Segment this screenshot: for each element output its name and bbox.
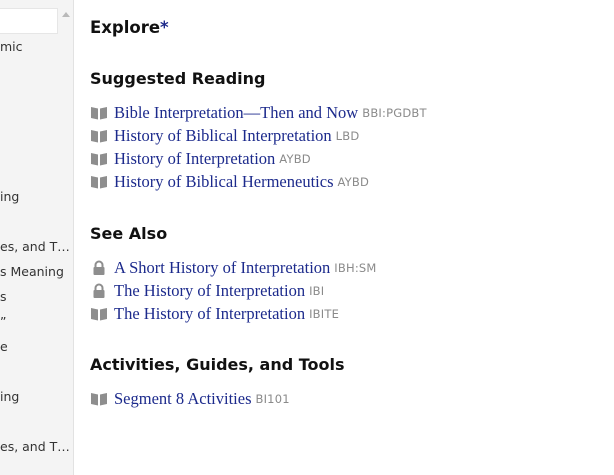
resource-title-link[interactable]: The History of Interpretation bbox=[114, 304, 305, 324]
resource-abbreviation: IBH:SM bbox=[334, 261, 377, 275]
book-icon bbox=[90, 151, 108, 167]
resource-abbreviation: AYBD bbox=[279, 152, 311, 166]
page-title: Explore* bbox=[90, 18, 169, 37]
see-also-heading: See Also bbox=[90, 224, 168, 243]
lock-icon bbox=[90, 260, 108, 276]
sidebar-item[interactable]: es, and T… bbox=[0, 239, 72, 255]
resource-row[interactable]: Segment 8 Activities BI101 bbox=[90, 388, 290, 410]
resource-title-link[interactable]: Segment 8 Activities bbox=[114, 389, 252, 409]
sidebar-item[interactable]: s bbox=[0, 289, 72, 305]
book-icon bbox=[90, 128, 108, 144]
book-icon bbox=[90, 306, 108, 322]
sidebar-item[interactable]: ing bbox=[0, 389, 72, 405]
sidebar-panel: mic ing es, and T… s Meaning s ” e ing e… bbox=[0, 0, 74, 475]
resource-title-link[interactable]: A Short History of Interpretation bbox=[114, 258, 330, 278]
resource-abbreviation: BBI:PGDBT bbox=[362, 106, 427, 120]
scroll-up-arrow-icon[interactable] bbox=[62, 12, 70, 17]
resource-row[interactable]: The History of Interpretation IBITE bbox=[90, 303, 339, 325]
lock-icon bbox=[90, 283, 108, 299]
sidebar-search-input[interactable] bbox=[0, 8, 58, 34]
resource-row[interactable]: The History of Interpretation IBI bbox=[90, 280, 324, 302]
resource-abbreviation: IBITE bbox=[309, 307, 340, 321]
resource-title-link[interactable]: History of Biblical Hermeneutics bbox=[114, 172, 334, 192]
suggested-reading-heading: Suggested Reading bbox=[90, 69, 266, 88]
resource-abbreviation: AYBD bbox=[337, 175, 370, 189]
sidebar-item[interactable]: mic bbox=[0, 39, 72, 55]
page-title-text: Explore bbox=[90, 18, 161, 37]
sidebar-item[interactable]: es, and T… bbox=[0, 439, 72, 455]
resource-title-link[interactable]: The History of Interpretation bbox=[114, 281, 305, 301]
resource-title-link[interactable]: History of Interpretation bbox=[114, 149, 275, 169]
sidebar-item[interactable]: ing bbox=[0, 189, 72, 205]
book-icon bbox=[90, 174, 108, 190]
sidebar-item[interactable]: ” bbox=[0, 314, 72, 330]
sidebar-item[interactable]: s Meaning bbox=[0, 264, 72, 280]
book-icon bbox=[90, 391, 108, 407]
resource-row[interactable]: A Short History of Interpretation IBH:SM bbox=[90, 257, 377, 279]
book-icon bbox=[90, 105, 108, 121]
resource-row[interactable]: History of Biblical Hermeneutics AYBD bbox=[90, 171, 369, 193]
activities-heading: Activities, Guides, and Tools bbox=[90, 355, 345, 374]
resource-abbreviation: LBD bbox=[335, 129, 360, 143]
resource-title-link[interactable]: History of Biblical Interpretation bbox=[114, 126, 332, 146]
resource-row[interactable]: History of Interpretation AYBD bbox=[90, 148, 311, 170]
resource-abbreviation: BI101 bbox=[255, 392, 290, 406]
resource-row[interactable]: History of Biblical Interpretation LBD bbox=[90, 125, 359, 147]
title-asterisk: * bbox=[160, 18, 169, 37]
sidebar-item[interactable]: e bbox=[0, 339, 72, 355]
resource-row[interactable]: Bible Interpretation—Then and Now BBI:PG… bbox=[90, 102, 427, 124]
resource-abbreviation: IBI bbox=[309, 284, 325, 298]
resource-title-link[interactable]: Bible Interpretation—Then and Now bbox=[114, 103, 358, 123]
